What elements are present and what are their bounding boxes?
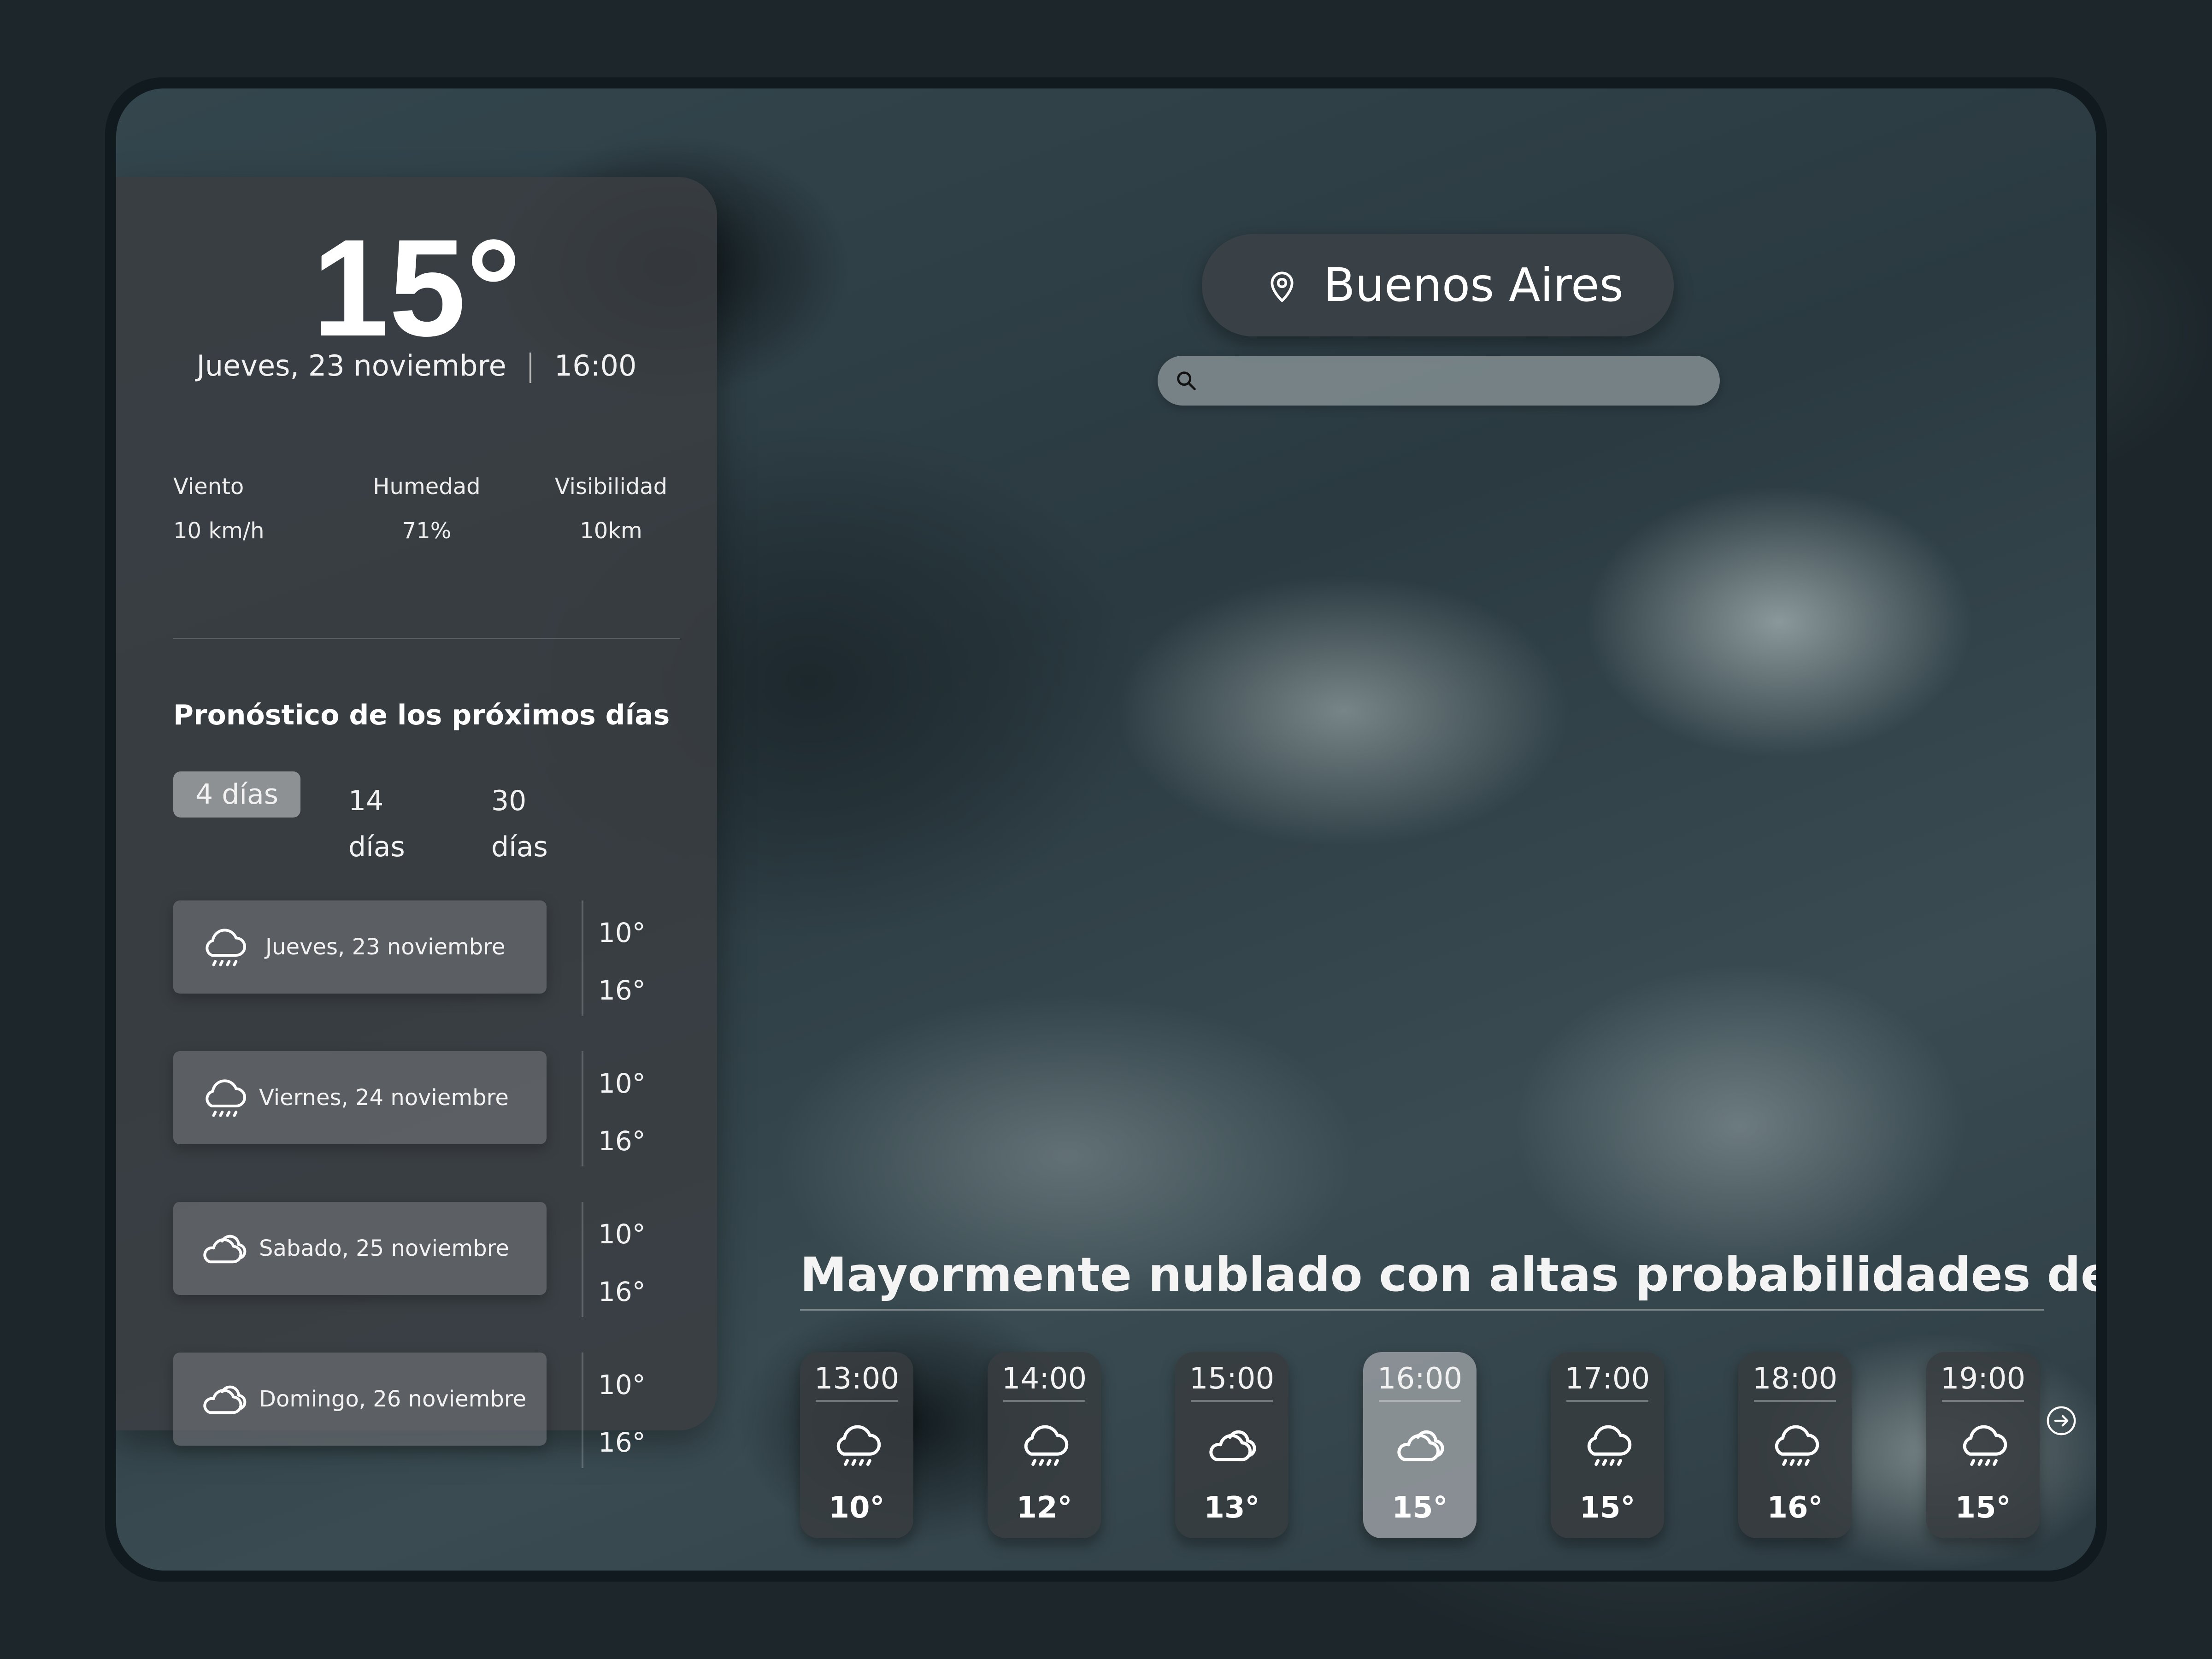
hourly-time: 19:00: [1940, 1362, 2026, 1396]
tab-30-dias[interactable]: 30 días: [491, 778, 548, 863]
location-pin-icon: [1271, 271, 1294, 302]
datetime-separator: [529, 352, 531, 383]
cloudy-icon: [1209, 1430, 1256, 1461]
current-datetime: Jueves, 23 noviembre 16:00: [116, 347, 717, 384]
forecast-day-card[interactable]: Viernes, 24 noviembre: [173, 1051, 547, 1144]
divider: [582, 1353, 583, 1468]
cloudy-icon: [203, 1385, 247, 1414]
stat-label: Humedad: [373, 474, 481, 500]
current-temperature: 15°: [312, 210, 521, 365]
forecast-day-row: Viernes, 24 noviembre 10° 16°: [173, 1051, 680, 1166]
search-input[interactable]: [1208, 356, 1703, 406]
hourly-card[interactable]: 19:00 15°: [1926, 1352, 2040, 1538]
hourly-time: 16:00: [1377, 1362, 1463, 1396]
tab-14-dias[interactable]: 14 días: [348, 778, 405, 863]
forecast-low: 10°: [598, 1369, 646, 1400]
cloudy-icon: [203, 1235, 247, 1264]
forecast-day-name: Jueves, 23 noviembre: [265, 934, 506, 960]
app-screen: 15° Jueves, 23 noviembre 16:00 Viento 10 …: [116, 88, 2096, 1571]
divider: [800, 1309, 2044, 1311]
forecast-day-card[interactable]: Sabado, 25 noviembre: [173, 1202, 547, 1295]
search-icon: [1177, 371, 1196, 390]
hourly-temp: 15°: [1392, 1491, 1448, 1525]
forecast-high: 16°: [598, 975, 646, 1006]
hourly-temp: 10°: [829, 1491, 885, 1525]
forecast-title: Pronóstico de los próximos días: [173, 699, 670, 731]
condition-description: Mayormente nublado con altas probabilida…: [800, 1247, 2096, 1302]
search-bar: [1158, 356, 1720, 406]
hourly-time: 14:00: [1001, 1362, 1087, 1396]
hourly-temp: 13°: [1204, 1491, 1260, 1525]
divider: [582, 900, 583, 1016]
stat-label: Visibilidad: [554, 474, 668, 500]
divider: [1942, 1400, 2024, 1402]
stat-humidity: Humedad 71%: [358, 472, 496, 546]
hourly-time: 13:00: [814, 1362, 900, 1396]
divider: [173, 638, 680, 639]
forecast-day-name: Viernes, 24 noviembre: [259, 1085, 509, 1111]
forecast-high: 16°: [598, 1125, 646, 1157]
hourly-card-active[interactable]: 16:00 15°: [1363, 1352, 1477, 1538]
forecast-day-card[interactable]: Domingo, 26 noviembre: [173, 1353, 547, 1446]
divider: [1003, 1400, 1085, 1402]
divider: [1379, 1400, 1461, 1402]
location-name: Buenos Aires: [1324, 258, 1624, 312]
forecast-low: 10°: [598, 1218, 646, 1250]
hourly-time: 17:00: [1565, 1362, 1650, 1396]
hourly-card[interactable]: 13:00 10°: [800, 1352, 913, 1538]
cloudy-icon: [1397, 1430, 1444, 1461]
divider: [816, 1400, 898, 1402]
hourly-time: 18:00: [1752, 1362, 1838, 1396]
arrow-right-circle-icon[interactable]: [2045, 1405, 2077, 1437]
rain-icon: [1963, 1425, 2007, 1466]
stat-visibility: Visibilidad 10km: [542, 472, 680, 546]
rain-icon: [836, 1425, 881, 1466]
forecast-day-name: Sabado, 25 noviembre: [259, 1235, 509, 1261]
forecast-day-row: Sabado, 25 noviembre 10° 16°: [173, 1202, 680, 1317]
forecast-high: 16°: [598, 1276, 646, 1307]
forecast-day-row: Jueves, 23 noviembre 10° 16°: [173, 900, 680, 1016]
hourly-temp: 16°: [1767, 1491, 1823, 1525]
forecast-day-name: Domingo, 26 noviembre: [259, 1386, 527, 1412]
hourly-card[interactable]: 15:00 13°: [1175, 1352, 1288, 1538]
hourly-temp: 12°: [1016, 1491, 1072, 1525]
hourly-card[interactable]: 18:00 16°: [1738, 1352, 1852, 1538]
forecast-day-card[interactable]: Jueves, 23 noviembre: [173, 900, 547, 994]
forecast-day-row: Domingo, 26 noviembre 10° 16°: [173, 1353, 680, 1468]
hourly-time: 15:00: [1189, 1362, 1275, 1396]
forecast-high: 16°: [598, 1427, 646, 1458]
divider: [582, 1051, 583, 1166]
divider: [1754, 1400, 1836, 1402]
rain-icon: [206, 929, 246, 966]
hourly-card[interactable]: 14:00 12°: [988, 1352, 1101, 1538]
forecast-low: 10°: [598, 1068, 646, 1099]
stat-label: Viento: [173, 474, 244, 500]
current-weather-panel: 15° Jueves, 23 noviembre 16:00 Viento 10 …: [116, 177, 717, 1468]
rain-icon: [1775, 1425, 1819, 1466]
current-date: Jueves, 23 noviembre: [196, 349, 506, 382]
current-time: 16:00: [554, 349, 637, 382]
device-frame: 15° Jueves, 23 noviembre 16:00 Viento 10 …: [105, 77, 2107, 1582]
location-button[interactable]: Buenos Aires: [1202, 234, 1674, 336]
hourly-temp: 15°: [1955, 1491, 2011, 1525]
rain-icon: [206, 1079, 246, 1117]
stat-value: 71%: [402, 518, 452, 544]
hourly-card[interactable]: 17:00 15°: [1551, 1352, 1664, 1538]
weather-stats: Viento 10 km/h Humedad 71% Visibilidad 1…: [173, 472, 680, 544]
divider: [582, 1202, 583, 1317]
divider: [1191, 1400, 1273, 1402]
divider: [1566, 1400, 1648, 1402]
hourly-temp: 15°: [1579, 1491, 1635, 1525]
rain-icon: [1587, 1425, 1632, 1466]
tab-4-dias[interactable]: 4 días: [173, 771, 300, 818]
stat-wind: Viento 10 km/h: [173, 472, 265, 546]
stat-value: 10 km/h: [173, 518, 265, 544]
stat-value: 10km: [580, 518, 642, 544]
rain-icon: [1024, 1425, 1069, 1466]
forecast-low: 10°: [598, 917, 646, 948]
